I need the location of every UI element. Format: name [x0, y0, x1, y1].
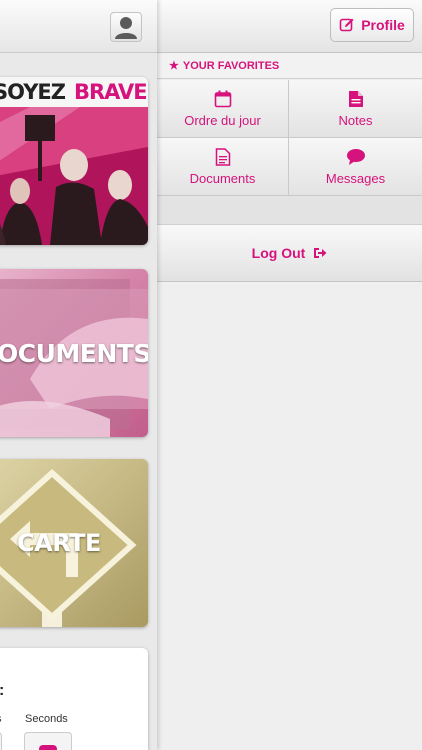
brave-title-brave: BRAVE [74, 80, 148, 104]
favorite-label: Documents [189, 170, 256, 186]
favorites-grid: Ordre du jour Notes Documents Messages [157, 80, 422, 196]
note-icon [348, 90, 363, 107]
profile-button[interactable]: Profile [330, 8, 414, 42]
carte-card[interactable]: CARTE [0, 459, 148, 627]
user-avatar-button[interactable] [110, 12, 142, 42]
favorite-label: Notes [338, 112, 373, 128]
brave-illustration [0, 107, 148, 245]
minutes-box [0, 732, 2, 750]
brave-title-soyez: SOYEZ [0, 80, 66, 104]
documents-card[interactable]: OCUMENTS [0, 269, 148, 437]
favorites-header-label: YOUR FAVORITES [182, 59, 280, 72]
favorites-panel: Profile ★ YOUR FAVORITES Ordre du jour N… [157, 0, 422, 750]
seconds-label: Seconds [25, 713, 68, 725]
document-icon [215, 147, 230, 166]
profile-button-label: Profile [361, 17, 405, 33]
favorite-documents[interactable]: Documents [157, 138, 289, 196]
edit-icon [339, 18, 354, 32]
carte-card-label: CARTE [17, 529, 101, 557]
brave-card[interactable]: SOYEZ BRAVE [0, 77, 148, 245]
signout-icon [314, 248, 327, 258]
countdown-colon: : [0, 682, 4, 700]
side-panel: SOYEZ BRAVE OCUMENTS CARTE Seconds [0, 0, 157, 750]
chat-icon [346, 148, 365, 165]
favorite-ordre-du-jour[interactable]: Ordre du jour [157, 80, 289, 138]
documents-card-label: OCUMENTS [0, 339, 148, 368]
star-icon: ★ [169, 60, 179, 72]
brave-title-bar: SOYEZ BRAVE [0, 77, 148, 107]
favorite-messages[interactable]: Messages [289, 138, 422, 196]
favorites-header: ★ YOUR FAVORITES [157, 53, 422, 79]
calendar-icon [214, 90, 231, 107]
logout-label: Log Out [251, 245, 306, 261]
countdown-unit-partial: s [0, 713, 2, 725]
seconds-box [24, 732, 72, 750]
countdown-card: : s Seconds [0, 648, 148, 750]
favorite-label: Messages [325, 170, 386, 186]
section-divider [157, 196, 422, 225]
top-bar: Profile [157, 0, 422, 53]
favorite-label: Ordre du jour [184, 112, 261, 128]
logout-button[interactable]: Log Out [157, 225, 422, 282]
side-panel-header [0, 0, 157, 53]
favorite-notes[interactable]: Notes [289, 80, 422, 138]
user-icon [115, 17, 137, 39]
